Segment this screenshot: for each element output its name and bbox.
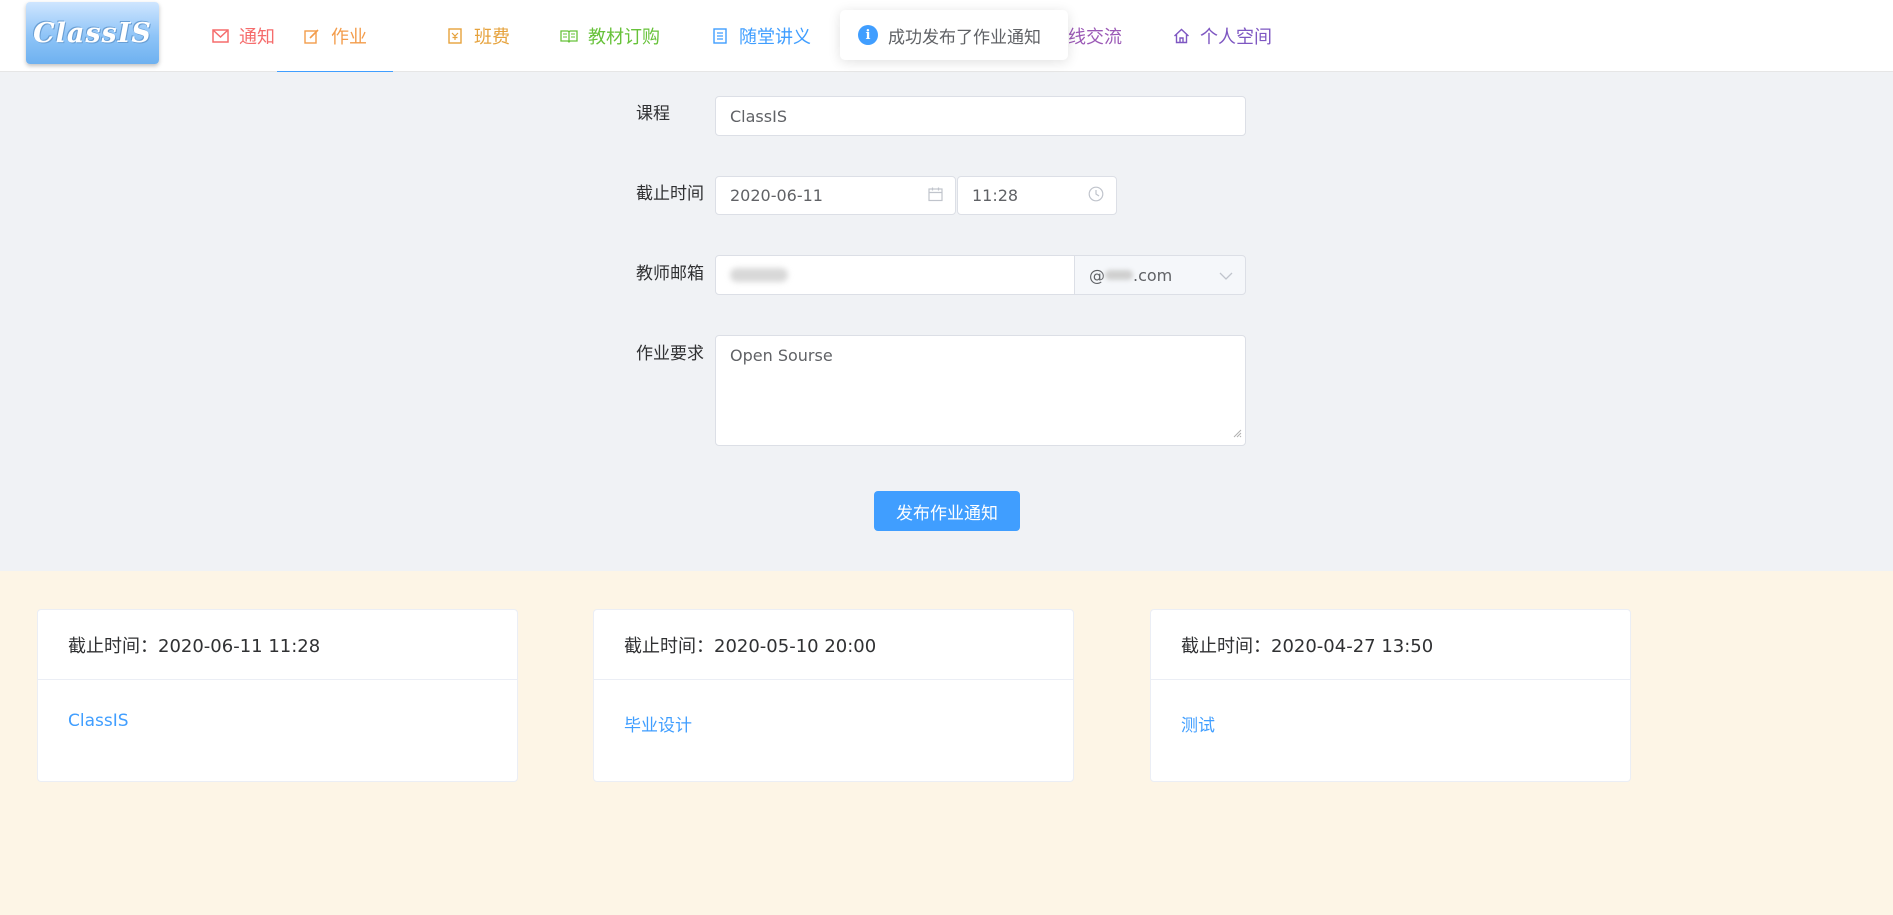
book-icon xyxy=(560,27,578,45)
toast-message: 成功发布了作业通知 xyxy=(888,27,1041,48)
nav-label-homework: 作业 xyxy=(331,27,367,48)
requirement-value: Open Sourse xyxy=(730,346,833,365)
email-domain-select[interactable]: @ .com xyxy=(1074,255,1246,295)
redacted-email-domain xyxy=(1105,270,1133,280)
card-title-link[interactable]: ClassIS xyxy=(38,680,517,731)
email-input[interactable] xyxy=(715,255,1075,295)
time-picker-value: 11:28 xyxy=(972,186,1019,205)
nav-item-homework[interactable]: 作业 xyxy=(277,0,393,73)
requirement-textarea[interactable]: Open Sourse xyxy=(715,335,1246,446)
course-label: 课程 xyxy=(636,104,670,124)
nav-label-fee: 班费 xyxy=(474,27,510,48)
edit-icon xyxy=(303,27,321,45)
nav-item-online-chat[interactable]: 线交流 xyxy=(1068,0,1122,72)
email-domain-prefix: @ xyxy=(1089,265,1105,285)
homework-card: 截止时间：2020-04-27 13:50 测试 xyxy=(1150,609,1631,782)
homework-card: 截止时间：2020-06-11 11:28 ClassIS xyxy=(37,609,518,782)
date-picker-value: 2020-06-11 xyxy=(730,186,823,205)
nav-item-handout[interactable]: 随堂讲义 xyxy=(711,0,811,72)
nav-item-textbook[interactable]: 教材订购 xyxy=(560,0,660,72)
email-domain-suffix: .com xyxy=(1133,265,1173,285)
success-toast: i 成功发布了作业通知 xyxy=(840,10,1068,60)
nav-item-personal-space[interactable]: 个人空间 xyxy=(1172,0,1272,72)
app-logo[interactable]: ClassIS xyxy=(26,2,159,64)
course-input[interactable]: ClassIS xyxy=(715,96,1246,136)
time-picker-input[interactable]: 11:28 xyxy=(957,176,1117,215)
card-deadline: 截止时间：2020-04-27 13:50 xyxy=(1151,610,1630,680)
nav-label-online-chat: 线交流 xyxy=(1068,27,1122,48)
deadline-label: 截止时间 xyxy=(636,184,704,204)
home-icon xyxy=(1172,27,1190,45)
requirement-label: 作业要求 xyxy=(636,344,704,364)
app-logo-text: ClassIS xyxy=(33,17,152,49)
card-deadline: 截止时间：2020-06-11 11:28 xyxy=(38,610,517,680)
document-icon xyxy=(711,27,729,45)
nav-label-notice: 通知 xyxy=(239,27,275,48)
homework-card: 截止时间：2020-05-10 20:00 毕业设计 xyxy=(593,609,1074,782)
date-picker-input[interactable]: 2020-06-11 xyxy=(715,176,956,215)
mail-icon xyxy=(211,27,229,45)
course-input-value: ClassIS xyxy=(730,106,787,126)
nav-item-notice[interactable]: 通知 xyxy=(211,0,275,72)
clock-icon[interactable] xyxy=(1088,186,1104,206)
redacted-email-user xyxy=(730,268,788,282)
chevron-down-icon xyxy=(1219,266,1233,285)
card-title-link[interactable]: 毕业设计 xyxy=(594,680,1073,736)
calendar-icon[interactable] xyxy=(928,186,943,205)
nav-label-textbook: 教材订购 xyxy=(588,27,660,48)
publish-homework-button[interactable]: 发布作业通知 xyxy=(874,491,1020,531)
resize-handle-icon[interactable] xyxy=(1232,423,1242,442)
info-icon: i xyxy=(858,25,878,45)
email-label: 教师邮箱 xyxy=(636,264,704,284)
homework-list: 截止时间：2020-06-11 11:28 ClassIS 截止时间：2020-… xyxy=(0,571,1893,915)
receipt-icon xyxy=(446,27,464,45)
card-title-link[interactable]: 测试 xyxy=(1151,680,1630,736)
nav-item-fee[interactable]: 班费 xyxy=(446,0,510,72)
nav-label-personal-space: 个人空间 xyxy=(1200,27,1272,48)
nav-label-handout: 随堂讲义 xyxy=(739,27,811,48)
card-deadline: 截止时间：2020-05-10 20:00 xyxy=(594,610,1073,680)
